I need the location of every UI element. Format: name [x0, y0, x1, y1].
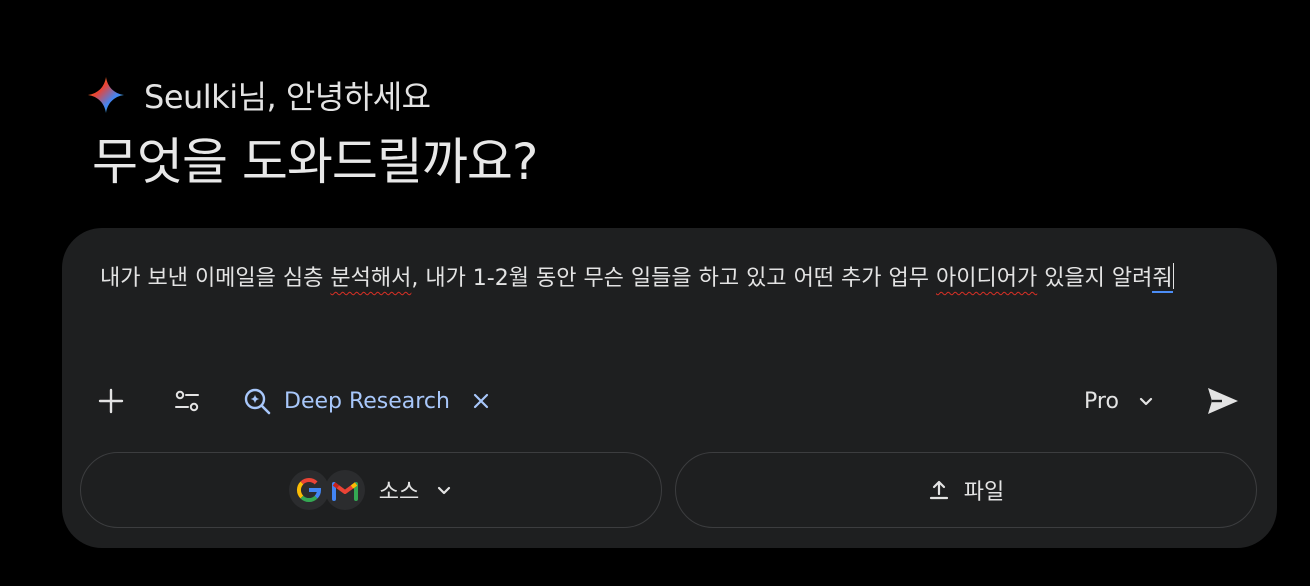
model-selector[interactable]: Pro: [1084, 376, 1155, 426]
tune-icon: [175, 390, 199, 412]
prompt-text-part: 내가 보낸 이메일을 심층: [100, 266, 331, 291]
file-label: 파일: [963, 480, 1005, 505]
add-button[interactable]: [86, 376, 136, 426]
sources-button[interactable]: 소스: [80, 452, 662, 528]
deep-research-icon: [244, 388, 271, 415]
source-icons: [288, 470, 365, 510]
prompt-input[interactable]: 내가 보낸 이메일을 심층 분석해서, 내가 1-2월 동안 무슨 일들을 하고…: [100, 260, 1220, 298]
misspelled-word[interactable]: 분석해서: [330, 266, 411, 291]
gemini-sparkle-icon: [88, 77, 124, 113]
prompt-text-part: , 내가 1-2월 동안 무슨 일들을 하고 있고 어떤 추가 업무: [411, 266, 936, 291]
upload-icon: [929, 480, 948, 500]
plus-icon: [98, 388, 124, 414]
gmail-icon: [331, 482, 358, 501]
send-icon: [1208, 388, 1238, 414]
send-button[interactable]: [1198, 376, 1248, 426]
file-upload-button[interactable]: 파일: [675, 452, 1257, 528]
close-icon[interactable]: [472, 392, 490, 410]
prompt-composer: 내가 보낸 이메일을 심층 분석해서, 내가 1-2월 동안 무슨 일들을 하고…: [62, 228, 1277, 548]
deep-research-label: Deep Research: [284, 388, 450, 414]
sources-label: 소스: [378, 480, 420, 505]
misspelled-word[interactable]: 아이디어가: [936, 266, 1037, 291]
model-label: Pro: [1084, 388, 1119, 414]
google-icon: [296, 477, 321, 503]
page-title: 무엇을 도와드릴까요?: [92, 133, 538, 191]
composer-toolbar: Deep Research Pro: [62, 376, 1277, 426]
greeting-text: Seulki님, 안녕하세요: [144, 78, 431, 116]
prompt-text-part: 있을지 알려: [1037, 266, 1153, 291]
text-caret: [1172, 263, 1175, 289]
greeting-row: Seulki님, 안녕하세요: [86, 72, 431, 118]
deep-research-chip[interactable]: Deep Research: [242, 376, 490, 426]
chevron-down-icon: [438, 486, 451, 495]
composing-word: 줘: [1152, 266, 1173, 293]
google-badge: [288, 470, 329, 510]
chevron-down-icon: [1139, 397, 1153, 406]
gmail-badge: [324, 470, 365, 510]
tools-button[interactable]: [162, 376, 212, 426]
